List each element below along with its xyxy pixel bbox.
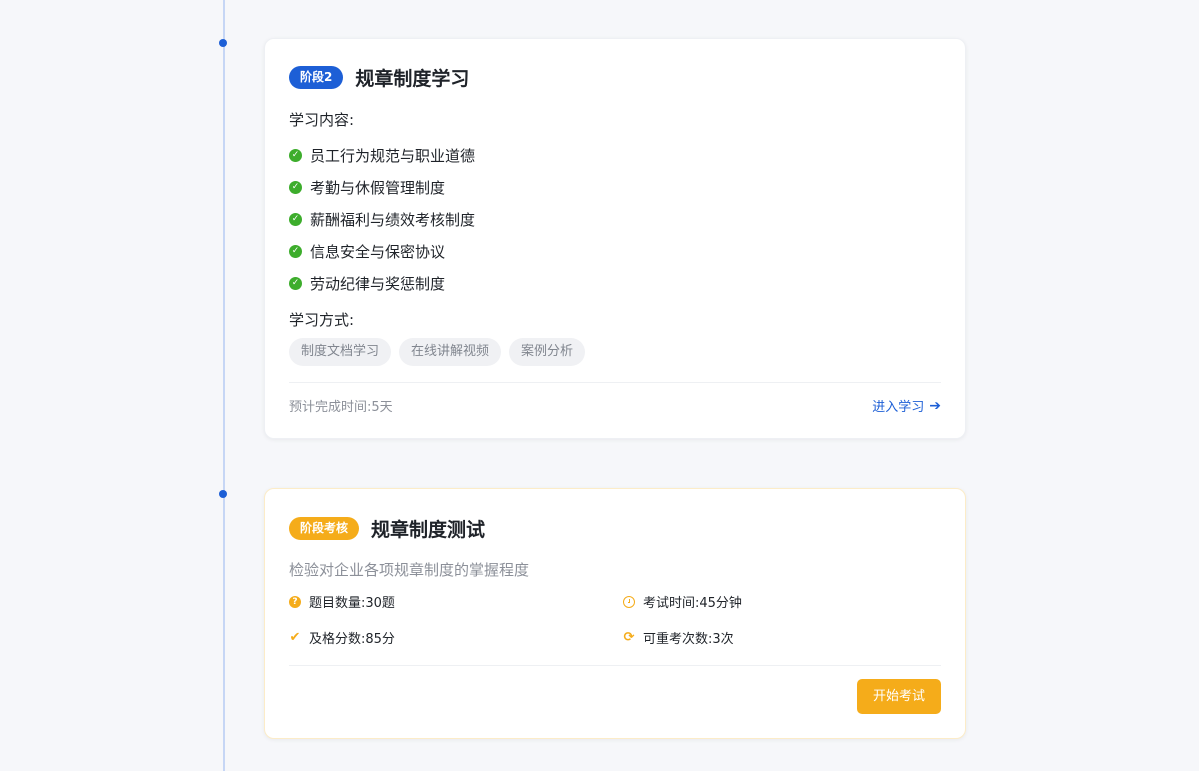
exam-time: 考试时间:45分钟 (623, 592, 742, 611)
method-tag: 制度文档学习 (289, 338, 392, 366)
stage-card-header: 阶段2 规章制度学习 (289, 64, 469, 91)
content-item-label: 信息安全与保密协议 (310, 242, 446, 261)
card-divider (289, 665, 941, 666)
check-circle-icon: ✓ (289, 180, 302, 194)
estimate-time: 预计完成时间:5天 (289, 400, 393, 415)
exam-card-header: 阶段考核 规章制度测试 (289, 515, 485, 542)
content-item-label: 员工行为规范与职业道德 (310, 146, 476, 165)
start-exam-button[interactable]: 开始考试 (856, 679, 941, 714)
stage-title: 规章制度学习 (355, 68, 470, 90)
clock-icon (623, 595, 635, 608)
content-list-item: ✓ 考勤与休假管理制度 (289, 171, 475, 203)
arrow-right-icon: ➔ (929, 397, 941, 414)
content-item-label: 薪酬福利与绩效考核制度 (310, 210, 476, 229)
check-circle-icon: ✓ (289, 244, 302, 258)
pass-score-text: 及格分数:85分 (309, 632, 395, 647)
method-tag: 在线讲解视频 (399, 338, 502, 366)
exam-description: 检验对企业各项规章制度的掌握程度 (289, 561, 530, 579)
enter-learning-label: 进入学习 (872, 400, 925, 415)
exam-title: 规章制度测试 (371, 519, 486, 541)
exam-badge: 阶段考核 (289, 517, 360, 540)
check-circle-icon: ✓ (289, 148, 302, 162)
method-tag: 案例分析 (509, 338, 586, 366)
content-list-item: ✓ 信息安全与保密协议 (289, 235, 475, 267)
stage-learning-card: 阶段2 规章制度学习 学习内容: ✓ 员工行为规范与职业道德 ✓ 考勤与休假管理… (264, 38, 966, 439)
stage-badge: 阶段2 (289, 66, 344, 89)
content-list-item: ✓ 劳动纪律与奖惩制度 (289, 267, 475, 299)
refresh-icon: ⟳ (623, 629, 635, 645)
timeline-dot-exam (219, 490, 227, 498)
content-item-label: 考勤与休假管理制度 (310, 178, 446, 197)
content-list: ✓ 员工行为规范与职业道德 ✓ 考勤与休假管理制度 ✓ 薪酬福利与绩效考核制度 … (289, 139, 475, 299)
stage-exam-card: 阶段考核 规章制度测试 检验对企业各项规章制度的掌握程度 ? 题目数量:30题 … (264, 488, 966, 739)
timeline-line (223, 0, 225, 771)
content-list-item: ✓ 员工行为规范与职业道德 (289, 139, 475, 171)
check-icon: ✔ (289, 629, 301, 645)
check-circle-icon: ✓ (289, 212, 302, 226)
question-circle-icon: ? (289, 595, 301, 608)
timeline-dot-stage (219, 39, 227, 47)
retake-count-text: 可重考次数:3次 (643, 632, 734, 647)
card-divider (289, 382, 941, 383)
content-item-label: 劳动纪律与奖惩制度 (310, 274, 446, 293)
content-list-item: ✓ 薪酬福利与绩效考核制度 (289, 203, 475, 235)
retake-count: ⟳ 可重考次数:3次 (623, 628, 734, 648)
enter-learning-link[interactable]: 进入学习 ➔ (872, 396, 941, 416)
question-count-text: 题目数量:30题 (309, 596, 395, 611)
pass-score: ✔ 及格分数:85分 (289, 628, 395, 648)
content-label: 学习内容: (289, 111, 355, 129)
question-count: ? 题目数量:30题 (289, 592, 395, 611)
method-tags: 制度文档学习 在线讲解视频 案例分析 (289, 338, 586, 366)
method-label: 学习方式: (289, 311, 355, 329)
exam-time-text: 考试时间:45分钟 (643, 596, 742, 611)
check-circle-icon: ✓ (289, 276, 302, 290)
